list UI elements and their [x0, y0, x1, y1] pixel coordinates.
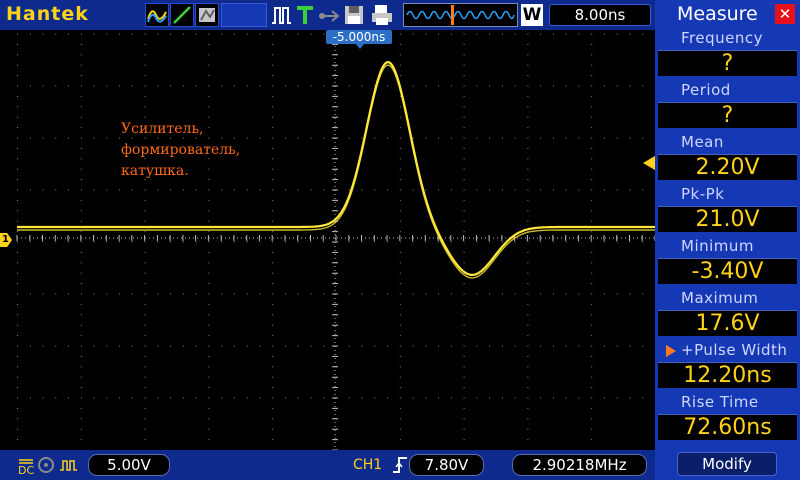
measure-value-period[interactable]: ?: [658, 102, 797, 128]
annotation-line: Усилитель,: [121, 121, 204, 137]
trigger-time-offset-label[interactable]: -5.000ns: [326, 30, 392, 44]
trigger-t-icon[interactable]: [294, 3, 316, 27]
annotation-line: формирователь,: [121, 142, 241, 158]
measure-value-maximum[interactable]: 17.6V: [658, 310, 797, 336]
pulse-trigger-icon[interactable]: [270, 3, 292, 27]
measure-value-rise-time[interactable]: 72.60ns: [658, 414, 797, 440]
annotation-line: катушка.: [121, 163, 189, 179]
measure-label-rise-time: Rise Time: [681, 393, 759, 411]
measure-value-pulse-width[interactable]: 12.20ns: [658, 362, 797, 388]
waveform-display[interactable]: [0, 30, 655, 450]
measure-panel: Measure ✕ Frequency ? Period ? Mean 2.20…: [655, 0, 800, 480]
measure-label-maximum: Maximum: [681, 289, 759, 307]
measure-value-mean[interactable]: 2.20V: [658, 154, 797, 180]
ch1-volts-per-div[interactable]: 5.00V: [88, 454, 170, 476]
channel-coupling-icons: DC: [18, 457, 77, 476]
top-status-bar: Hantek W 8.00ns: [0, 0, 655, 30]
measure-value-minimum[interactable]: -3.40V: [658, 258, 797, 284]
printer-icon[interactable]: [370, 3, 392, 27]
waveform-icons: [145, 3, 220, 27]
rising-edge-icon: [393, 457, 407, 473]
memory-depth-bar[interactable]: [403, 3, 518, 27]
measure-label-mean: Mean: [681, 133, 724, 151]
acquire-status-box: [221, 3, 267, 27]
ramp-wave-icon[interactable]: [170, 3, 194, 27]
trigger-source-label: CH1: [353, 457, 383, 473]
measure-label-period: Period: [681, 81, 731, 99]
measure-label-pk-pk: Pk-Pk: [681, 185, 725, 203]
timebase-readout[interactable]: 8.00ns: [549, 4, 651, 26]
math-wave-icon[interactable]: [195, 3, 219, 27]
selected-item-arrow-icon: [666, 345, 676, 357]
usb-icon[interactable]: [318, 3, 340, 27]
measure-label-minimum: Minimum: [681, 237, 755, 255]
measure-value-pk-pk[interactable]: 21.0V: [658, 206, 797, 232]
brand-logo: Hantek: [6, 3, 89, 25]
trigger-position-arrow: [355, 43, 365, 49]
frequency-counter: 2.90218MHz: [512, 454, 647, 476]
trigger-position-marker: [451, 5, 454, 25]
zoom-window-button[interactable]: W: [521, 4, 543, 26]
save-icon[interactable]: [343, 3, 365, 27]
dc-coupling-icon: DC: [18, 459, 34, 476]
modify-button[interactable]: Modify: [677, 452, 777, 476]
bottom-status-bar: DC 5.00V CH1 7.80V 2.90218MHz: [0, 450, 655, 480]
measure-label-pulse-width: +Pulse Width: [681, 341, 788, 359]
trigger-level-readout[interactable]: 7.80V: [409, 454, 484, 476]
annotation-text: Усилитель, формирователь, катушка.: [121, 119, 240, 182]
measure-value-frequency[interactable]: ?: [658, 50, 797, 76]
bandwidth-limit-icon: [38, 457, 54, 473]
svg-text:DC: DC: [18, 464, 34, 476]
close-icon[interactable]: ✕: [775, 4, 795, 24]
measure-label-frequency: Frequency: [681, 29, 763, 47]
sine-wave-icon[interactable]: [145, 3, 169, 27]
probe-pulse-icon: [60, 460, 77, 471]
ch1-waveform-trace: [17, 61, 655, 279]
